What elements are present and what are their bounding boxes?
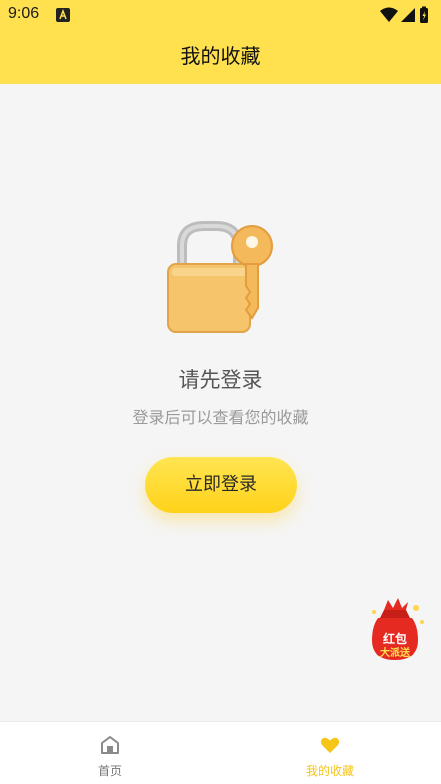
status-icons — [380, 6, 428, 23]
wifi-icon — [380, 7, 398, 22]
tab-home[interactable]: 首页 — [0, 722, 220, 784]
status-bar: 9:06 — [0, 0, 441, 30]
app-notification-icon — [56, 8, 70, 22]
signal-icon — [401, 8, 415, 22]
home-icon — [101, 736, 119, 754]
svg-text:大派送: 大派送 — [380, 646, 411, 659]
bottom-nav: 首页 我的收藏 — [0, 722, 441, 784]
tab-favorites-label: 我的收藏 — [305, 764, 354, 778]
tab-favorites[interactable]: 我的收藏 — [220, 722, 440, 784]
empty-state-title: 请先登录 — [178, 368, 263, 392]
battery-icon — [420, 6, 428, 23]
tab-home-label: 首页 — [97, 764, 122, 778]
status-time: 9:06 — [8, 5, 40, 22]
empty-state-subtitle: 登录后可以查看您的收藏 — [132, 408, 309, 427]
page-title: 我的收藏 — [180, 44, 261, 68]
lock-key-icon — [167, 221, 273, 333]
svg-text:红包: 红包 — [383, 631, 407, 646]
red-envelope-promo-icon[interactable]: 红包 大派送 — [362, 596, 428, 666]
heart-icon — [320, 737, 340, 753]
top-bar: 9:06 我的收藏 — [0, 0, 441, 84]
login-button[interactable]: 立即登录 — [145, 457, 297, 513]
